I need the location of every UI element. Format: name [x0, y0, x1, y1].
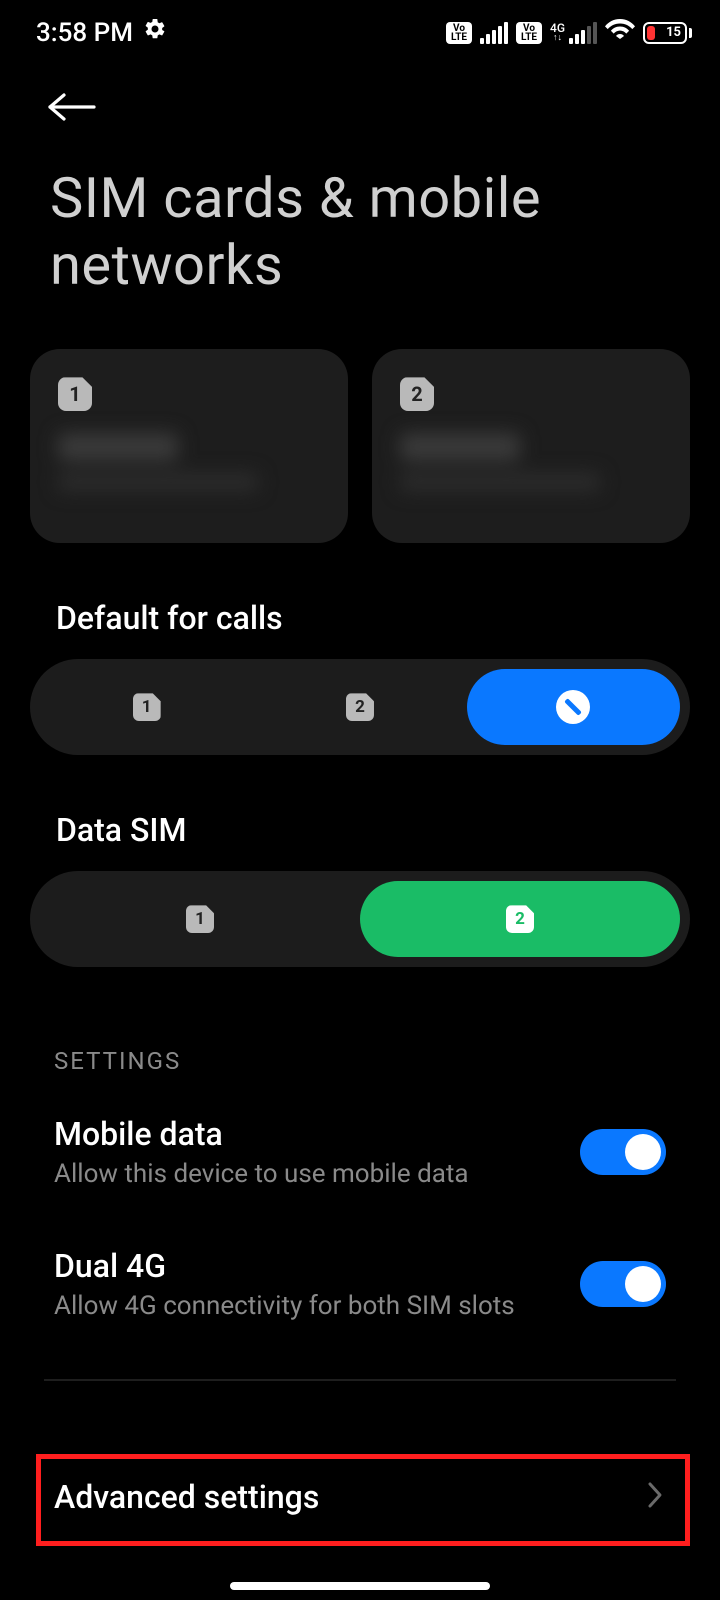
default-calls-selector: 1 2 [30, 659, 690, 755]
mobile-data-row[interactable]: Mobile data Allow this device to use mob… [0, 1085, 720, 1217]
default-calls-label: Default for calls [0, 543, 720, 659]
advanced-settings-title: Advanced settings [54, 1478, 319, 1516]
status-time: 3:58 PM [36, 18, 133, 48]
dual-4g-toggle[interactable] [580, 1261, 666, 1307]
settings-header: SETTINGS [0, 967, 720, 1085]
sim-card-1[interactable]: 1 [30, 349, 348, 543]
mobile-data-toggle[interactable] [580, 1129, 666, 1175]
default-calls-option-2[interactable]: 2 [253, 669, 466, 745]
do-not-disturb-icon [556, 690, 590, 724]
sim-chip-icon: 2 [346, 693, 374, 721]
data-sim-option-2[interactable]: 2 [360, 881, 680, 957]
data-sim-selector: 1 2 [30, 871, 690, 967]
signal-bars-1 [480, 22, 508, 44]
chevron-right-icon [646, 1480, 666, 1514]
gear-icon [143, 17, 167, 48]
signal-bars-2 [569, 22, 597, 44]
back-button[interactable] [46, 108, 98, 127]
volte-badge-2: VoLTE [516, 22, 542, 44]
mobile-data-subtitle: Allow this device to use mobile data [54, 1159, 469, 1189]
data-sim-option-1[interactable]: 1 [40, 881, 360, 957]
volte-badge-1: VoLTE [446, 22, 472, 44]
sim-chip-icon: 2 [400, 377, 434, 411]
sim-chip-icon: 1 [58, 377, 92, 411]
page-title: SIM cards & mobile networks [0, 127, 720, 299]
wifi-icon [605, 14, 635, 51]
network-4g-label: 4G↑↓ [550, 23, 565, 43]
sim-card-1-details [58, 433, 320, 491]
sim-card-2-details [400, 433, 662, 491]
sim-chip-icon: 1 [133, 693, 161, 721]
data-sim-label: Data SIM [0, 755, 720, 871]
advanced-settings-row[interactable]: Advanced settings [0, 1450, 720, 1544]
default-calls-option-ask[interactable] [467, 669, 680, 745]
mobile-data-title: Mobile data [54, 1115, 469, 1153]
dual-4g-title: Dual 4G [54, 1247, 515, 1285]
default-calls-option-1[interactable]: 1 [40, 669, 253, 745]
dual-4g-subtitle: Allow 4G connectivity for both SIM slots [54, 1291, 515, 1321]
sim-chip-icon: 1 [186, 905, 214, 933]
sim-chip-icon: 2 [506, 905, 534, 933]
sim-card-2[interactable]: 2 [372, 349, 690, 543]
status-bar: 3:58 PM VoLTE VoLTE 4G↑↓ 15 [0, 0, 720, 57]
battery-indicator: 15 [643, 22, 692, 44]
divider [44, 1379, 676, 1381]
dual-4g-row[interactable]: Dual 4G Allow 4G connectivity for both S… [0, 1217, 720, 1349]
home-indicator[interactable] [230, 1582, 490, 1590]
